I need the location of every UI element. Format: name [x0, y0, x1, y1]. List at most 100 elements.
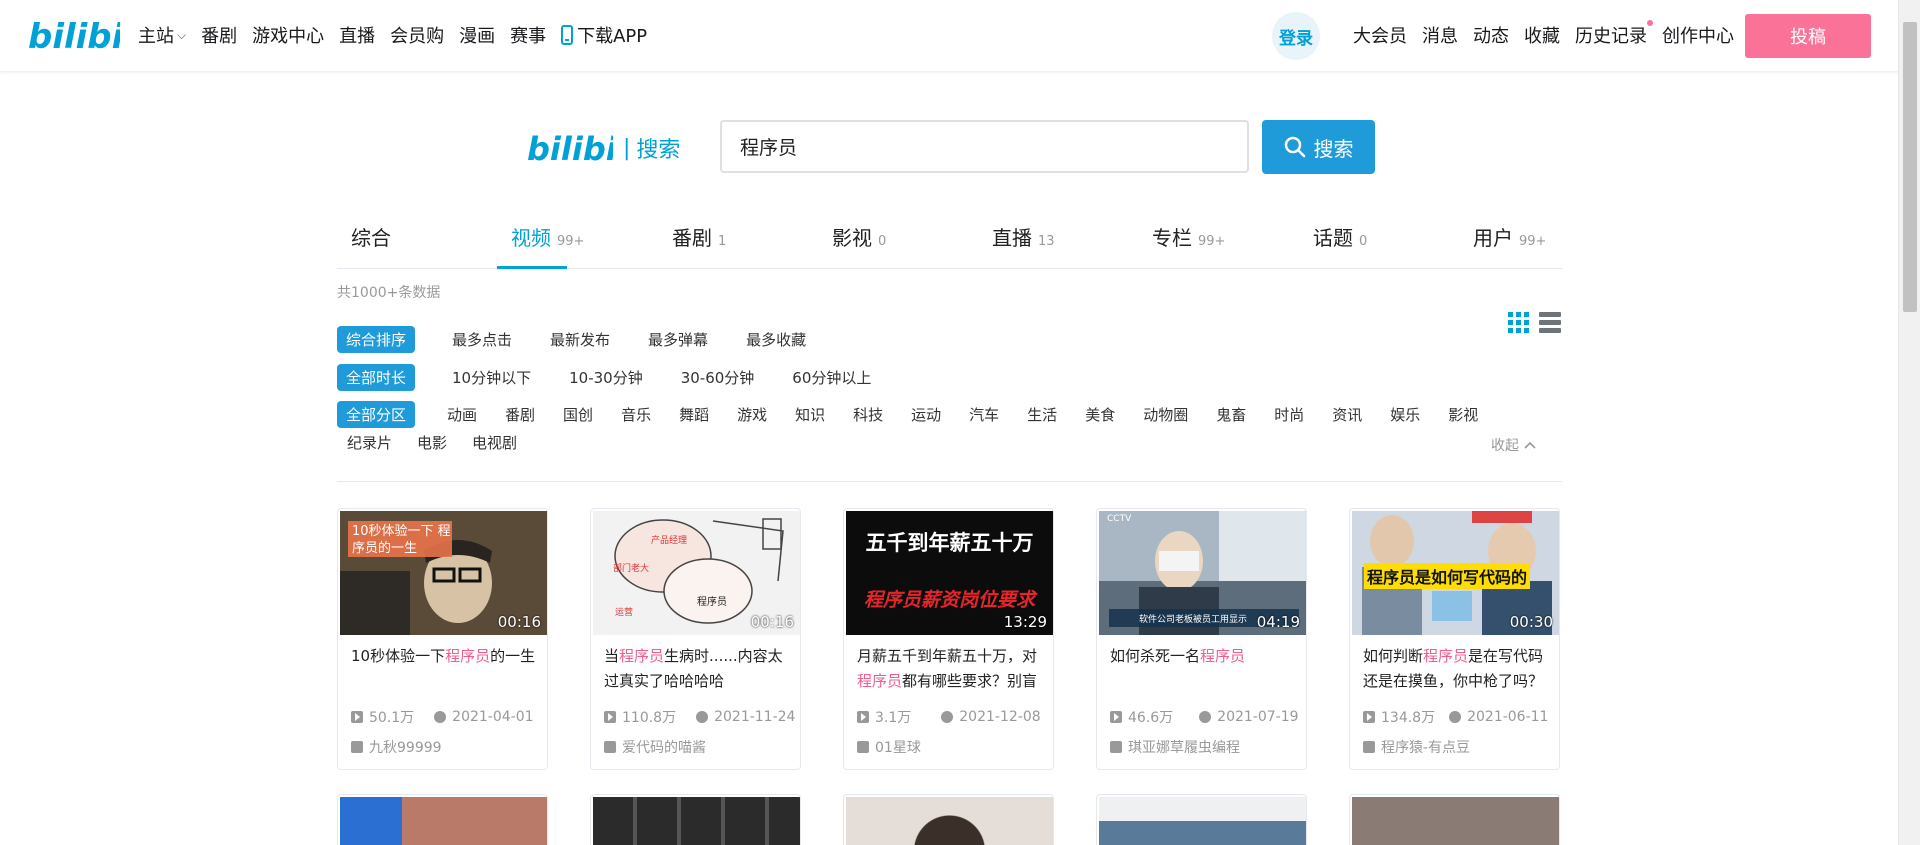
video-thumbnail[interactable]	[340, 797, 547, 845]
filter-zone-option[interactable]: 舞蹈	[679, 404, 709, 425]
filter-zone-option[interactable]: 资讯	[1332, 404, 1362, 425]
video-title[interactable]: 月薪五千到年薪五十万，对程序员都有哪些要求？别盲	[857, 644, 1045, 694]
filter-duration-option[interactable]: 60分钟以上	[792, 367, 871, 388]
filter-zone-active[interactable]: 全部分区	[337, 401, 416, 428]
bilibili-logo[interactable]: bilibili	[28, 14, 148, 60]
video-thumbnail[interactable]: 程序员是如何写代码的 00:30	[1352, 511, 1559, 635]
video-thumbnail[interactable]	[1099, 797, 1306, 845]
svg-text:运营: 运营	[615, 606, 633, 618]
filter-order-option[interactable]: 最新发布	[550, 329, 610, 350]
upload-button[interactable]: 投稿	[1745, 14, 1871, 58]
video-card[interactable]	[1096, 794, 1307, 845]
filter-zone-option[interactable]: 番剧	[505, 404, 535, 425]
tab-all[interactable]: 综合	[351, 222, 391, 251]
login-avatar-button[interactable]: 登录	[1272, 12, 1320, 60]
nav-item-history[interactable]: 历史记录	[1575, 20, 1653, 48]
nav-item-dynamics[interactable]: 动态	[1473, 22, 1509, 48]
grid-view-icon[interactable]	[1508, 312, 1529, 333]
video-thumbnail[interactable]: 10秒体验一下 程序员的一生 00:16	[340, 511, 547, 635]
user-nav: 大会员 消息 动态 收藏 历史记录 创作中心	[1353, 20, 1749, 48]
filter-zone-option[interactable]: 动画	[447, 404, 477, 425]
nav-item-game-center[interactable]: 游戏中心	[252, 22, 324, 48]
nav-item-anime[interactable]: 番剧	[201, 22, 237, 48]
collapse-filters-button[interactable]: 收起	[1491, 435, 1536, 455]
video-title[interactable]: 10秒体验一下程序员的一生	[351, 644, 539, 694]
filter-zone-option[interactable]: 电影	[417, 432, 447, 453]
filter-order-option[interactable]: 最多点击	[452, 329, 512, 350]
video-card[interactable]: 10秒体验一下 程序员的一生 00:16 10秒体验一下程序员的一生 50.1万…	[337, 508, 548, 770]
filter-zone-option[interactable]: 知识	[795, 404, 825, 425]
nav-item-messages[interactable]: 消息	[1422, 22, 1458, 48]
video-author[interactable]: 琪亚娜草履虫编程	[1110, 737, 1240, 757]
tab-video[interactable]: 视频 99+	[511, 222, 584, 251]
video-author[interactable]: 程序猿-有点豆	[1363, 737, 1470, 757]
video-title[interactable]: 当程序员生病时......内容太过真实了哈哈哈哈	[604, 644, 792, 694]
filter-zone-option[interactable]: 鬼畜	[1216, 404, 1246, 425]
video-card[interactable]: CCTV 软件公司老板被员工用显示 04:19 如何杀死一名程序员 46.6万 …	[1096, 508, 1307, 770]
view-count: 3.1万	[875, 710, 912, 726]
filter-zone-option[interactable]: 时尚	[1274, 404, 1304, 425]
tab-movie[interactable]: 影视 0	[832, 222, 886, 251]
video-thumbnail[interactable]: CCTV 软件公司老板被员工用显示 04:19	[1099, 511, 1306, 635]
filter-zone-option[interactable]: 动物圈	[1143, 404, 1188, 425]
filter-zone-option[interactable]: 纪录片	[347, 432, 392, 453]
tab-article[interactable]: 专栏 99+	[1152, 222, 1225, 251]
video-thumbnail[interactable]: 产品经理 部门老大 运营 程序员 00:16	[593, 511, 800, 635]
tab-topic[interactable]: 话题 0	[1313, 222, 1367, 251]
page-scrollbar[interactable]	[1898, 0, 1920, 845]
video-thumbnail[interactable]	[1352, 797, 1559, 845]
filter-zone-option[interactable]: 游戏	[737, 404, 767, 425]
filter-order-option[interactable]: 最多收藏	[746, 329, 806, 350]
video-card[interactable]: 五千到年薪五十万 程序员薪资岗位要求 13:29 月薪五千到年薪五十万，对程序员…	[843, 508, 1054, 770]
filter-zone-option[interactable]: 电视剧	[472, 432, 517, 453]
filter-zone-option[interactable]: 美食	[1085, 404, 1115, 425]
filter-zone-option[interactable]: 娱乐	[1390, 404, 1420, 425]
filter-zone-option[interactable]: 生活	[1027, 404, 1057, 425]
active-tab-indicator	[497, 266, 567, 269]
video-card[interactable]	[843, 794, 1054, 845]
filter-zone-option[interactable]: 科技	[853, 404, 883, 425]
filter-zone-option[interactable]: 汽车	[969, 404, 999, 425]
filter-zone-option[interactable]: 运动	[911, 404, 941, 425]
tab-live[interactable]: 直播 13	[992, 222, 1055, 251]
nav-item-manga[interactable]: 漫画	[459, 22, 495, 48]
nav-item-esports[interactable]: 赛事	[510, 22, 546, 48]
video-thumbnail[interactable]: 五千到年薪五十万 程序员薪资岗位要求 13:29	[846, 511, 1053, 635]
filter-zone-option[interactable]: 影视	[1448, 404, 1478, 425]
video-title[interactable]: 如何判断程序员是在写代码还是在摸鱼，你中枪了吗？	[1363, 644, 1551, 694]
filter-zone-option[interactable]: 音乐	[621, 404, 651, 425]
filter-order-active[interactable]: 综合排序	[337, 326, 416, 353]
nav-item-favorites[interactable]: 收藏	[1524, 22, 1560, 48]
search-button[interactable]: 搜索	[1262, 120, 1375, 174]
filter-order-option[interactable]: 最多弹幕	[648, 329, 708, 350]
video-card[interactable]	[1349, 794, 1560, 845]
list-view-icon[interactable]	[1539, 312, 1561, 333]
nav-item-creator-center[interactable]: 创作中心	[1662, 22, 1734, 48]
svg-text:产品经理: 产品经理	[651, 534, 687, 546]
tab-user[interactable]: 用户 99+	[1473, 222, 1546, 251]
nav-item-download-app[interactable]: 下载APP	[561, 22, 647, 48]
filter-zone-option[interactable]: 国创	[563, 404, 593, 425]
video-card[interactable]: 程序员是如何写代码的 00:30 如何判断程序员是在写代码还是在摸鱼，你中枪了吗…	[1349, 508, 1560, 770]
filter-duration-option[interactable]: 10分钟以下	[452, 367, 531, 388]
video-card[interactable]: 产品经理 部门老大 运营 程序员 00:16 当程序员生病时......内容太过…	[590, 508, 801, 770]
video-card[interactable]	[337, 794, 548, 845]
scrollbar-thumb[interactable]	[1903, 22, 1917, 312]
nav-item-live[interactable]: 直播	[339, 22, 375, 48]
video-thumbnail[interactable]	[593, 797, 800, 845]
tab-bangumi[interactable]: 番剧 1	[672, 222, 726, 251]
search-input[interactable]	[720, 120, 1249, 173]
nav-item-mall[interactable]: 会员购	[390, 22, 444, 48]
video-title[interactable]: 如何杀死一名程序员	[1110, 644, 1298, 694]
video-author[interactable]: 爱代码的喵酱	[604, 737, 706, 757]
filter-duration-option[interactable]: 10-30分钟	[569, 367, 643, 388]
video-thumbnail[interactable]	[846, 797, 1053, 845]
nav-item-vip[interactable]: 大会员	[1353, 22, 1407, 48]
tab-count: 99+	[557, 234, 585, 249]
video-author[interactable]: 九秋99999	[351, 737, 442, 757]
filter-duration-option[interactable]: 30-60分钟	[681, 367, 755, 388]
video-card[interactable]	[590, 794, 801, 845]
nav-item-home[interactable]: 主站 ⌵	[138, 22, 186, 48]
video-author[interactable]: 01星球	[857, 737, 921, 757]
filter-duration-active[interactable]: 全部时长	[337, 364, 416, 391]
